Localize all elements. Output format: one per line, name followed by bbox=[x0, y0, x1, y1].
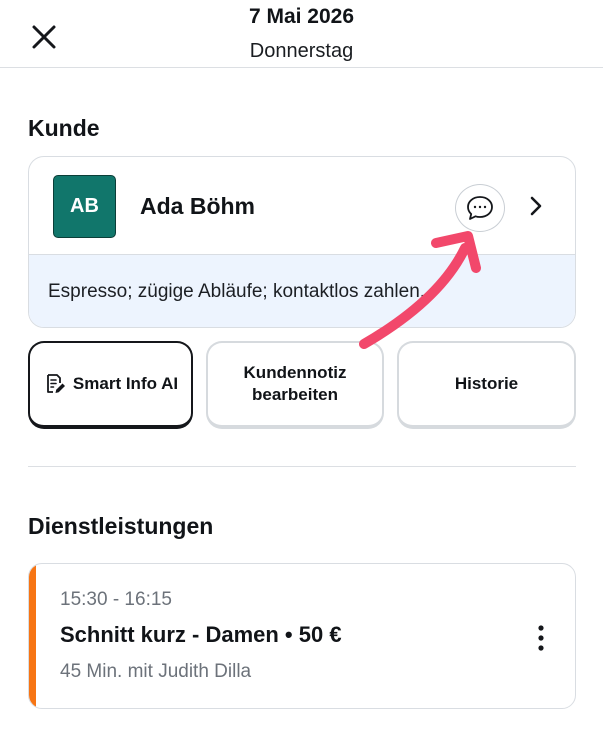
customer-name: Ada Böhm bbox=[140, 193, 255, 219]
history-label: Historie bbox=[454, 374, 519, 393]
customer-row[interactable]: AB Ada Böhm bbox=[29, 157, 575, 255]
smart-info-button[interactable]: Smart Info AI bbox=[28, 341, 193, 429]
section-divider bbox=[28, 466, 576, 467]
chevron-right-icon[interactable] bbox=[526, 194, 546, 218]
customer-section-title: Kunde bbox=[28, 115, 100, 141]
more-vertical-icon[interactable] bbox=[529, 623, 553, 653]
customer-card: AB Ada Böhm Espresso; zügige Abläufe; ko… bbox=[28, 156, 576, 328]
service-time: 15:30 - 16:15 bbox=[60, 589, 172, 610]
service-card[interactable]: 15:30 - 16:15 Schnitt kurz - Damen • 50 … bbox=[28, 563, 576, 709]
top-bar: 7 Mai 2026 Donnerstag bbox=[0, 0, 603, 68]
service-title: Schnitt kurz - Damen • 50 € bbox=[60, 622, 342, 647]
service-meta: 45 Min. mit Judith Dilla bbox=[60, 661, 252, 682]
appointment-date: 7 Mai 2026 bbox=[248, 5, 355, 28]
edit-customer-note-label: Kundennotiz bearbeiten bbox=[243, 363, 347, 404]
chat-bubble-icon bbox=[467, 196, 493, 220]
edit-customer-note-button[interactable]: Kundennotiz bearbeiten bbox=[206, 341, 384, 429]
customer-note: Espresso; zügige Abläufe; kontaktlos zah… bbox=[29, 255, 575, 327]
service-accent-bar bbox=[29, 564, 36, 708]
chat-button[interactable] bbox=[455, 184, 505, 232]
avatar: AB bbox=[53, 175, 116, 238]
services-section-title: Dienstleistungen bbox=[28, 513, 214, 539]
history-button[interactable]: Historie bbox=[397, 341, 576, 429]
ai-note-icon bbox=[47, 374, 65, 393]
appointment-weekday: Donnerstag bbox=[249, 40, 354, 62]
smart-info-label: Smart Info AI bbox=[72, 374, 179, 393]
